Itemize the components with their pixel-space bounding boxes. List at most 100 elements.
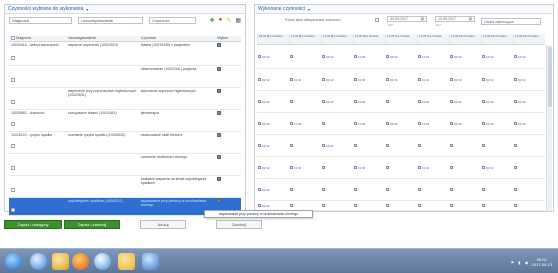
shift-cell[interactable]: 11:22 [417, 113, 449, 134]
vertical-scrollbar[interactable] [546, 45, 552, 211]
explorer-icon[interactable] [118, 253, 135, 270]
shift-cell[interactable]: 11:22 [417, 69, 449, 90]
edit-icon[interactable] [482, 78, 485, 81]
edit-icon[interactable] [418, 144, 421, 147]
shift-cell[interactable]: 10:44 [513, 91, 545, 112]
shift-cell[interactable] [289, 135, 321, 156]
edit-icon[interactable] [482, 122, 485, 125]
edit-icon[interactable] [514, 55, 517, 58]
edit-icon[interactable] [322, 188, 325, 191]
edit-icon[interactable] [450, 122, 453, 125]
done-checkbox[interactable] [217, 89, 222, 94]
shift-cell[interactable] [417, 179, 449, 200]
edit-icon[interactable] [322, 55, 325, 58]
edit-icon[interactable] [354, 122, 357, 125]
edit-icon[interactable] [514, 204, 517, 207]
unfinished-only-checkbox[interactable] [375, 18, 379, 22]
calendar-icon[interactable]: ▤ [421, 17, 424, 21]
shift-cell[interactable]: 11:30 [353, 69, 385, 90]
done-checkbox[interactable] [217, 199, 222, 204]
edit-icon[interactable] [386, 55, 389, 58]
shift-cell[interactable]: 11:40 [289, 157, 321, 178]
row-checkbox[interactable] [11, 188, 15, 192]
select-all-checkbox[interactable] [11, 36, 15, 41]
shift-cell[interactable] [449, 135, 481, 156]
edit-icon[interactable] [450, 78, 453, 81]
edit-icon[interactable] [386, 100, 389, 103]
shift-cell[interactable]: 22:32 [257, 113, 289, 134]
edit-icon[interactable] [290, 100, 293, 103]
table-row[interactable]: ocenianie możliwości chorego [9, 154, 241, 176]
diagnosis-filter-input[interactable]: Diagnoza [9, 17, 73, 24]
edit-icon[interactable] [290, 144, 293, 147]
shift-cell[interactable]: 11:22 [417, 91, 449, 112]
row-checkbox[interactable] [11, 56, 15, 60]
shift-cell[interactable] [385, 91, 417, 112]
add-icon[interactable]: ✚ [210, 17, 215, 24]
shift-cell[interactable]: 22:32 [257, 201, 289, 210]
edit-icon[interactable] [514, 166, 517, 169]
internet-explorer-icon[interactable] [30, 253, 47, 270]
shift-cell[interactable]: 11:22 [417, 157, 449, 178]
shift-cell[interactable] [513, 179, 545, 200]
shift-column-header[interactable]: 11-09 Mon Zmiana [353, 34, 385, 44]
shift-cell[interactable] [321, 179, 353, 200]
save-close-button[interactable]: Zapisz i zamknij [64, 220, 120, 229]
activity-filter-input[interactable]: Czynność [149, 17, 196, 24]
edit-icon[interactable] [290, 204, 293, 207]
edit-icon[interactable] [386, 144, 389, 147]
shift-cell[interactable] [513, 201, 545, 210]
table-row[interactable]: zadbanie wsparcia na temat zapobiegania … [9, 176, 241, 198]
table-row[interactable]: 10023416 - deficyt samoopieki wsparcie c… [9, 42, 241, 66]
edit-icon[interactable] [418, 78, 421, 81]
chevron-down-icon[interactable]: ▾ [86, 7, 88, 12]
scroll-thumb[interactable] [548, 47, 552, 107]
edit-icon[interactable] [258, 204, 261, 207]
edit-icon[interactable] [482, 144, 485, 147]
edit-icon[interactable] [514, 122, 517, 125]
edit-icon[interactable] [418, 204, 421, 207]
edit-icon[interactable] [354, 166, 357, 169]
edit-icon[interactable] [322, 204, 325, 207]
table-icon[interactable]: ▦ [235, 17, 241, 24]
shift-cell[interactable]: 10:44 [481, 45, 513, 68]
row-checkbox[interactable] [11, 208, 15, 212]
edit-icon[interactable] [418, 55, 421, 58]
edit-icon[interactable] [322, 100, 325, 103]
edit-icon[interactable] [322, 122, 325, 125]
shift-cell[interactable] [481, 179, 513, 200]
shift-cell[interactable]: 11:22 [417, 45, 449, 68]
shift-cell[interactable]: 10:44 [481, 113, 513, 134]
shift-cell[interactable]: 11:30 [353, 91, 385, 112]
edit-icon[interactable] [482, 100, 485, 103]
shift-cell[interactable]: 22:06 [385, 69, 417, 90]
shift-column-header[interactable]: 13-09 Mon Zmiana [321, 34, 353, 44]
shift-cell[interactable] [353, 179, 385, 200]
done-checkbox[interactable] [217, 43, 222, 48]
shift-cell[interactable] [513, 135, 545, 156]
flag-icon[interactable]: ⚑ [511, 260, 515, 265]
edit-icon[interactable] [482, 55, 485, 58]
edit-icon[interactable] [450, 144, 453, 147]
edit-icon[interactable] [386, 166, 389, 169]
shift-cell[interactable]: 02:00 [449, 45, 481, 68]
shift-cell[interactable]: 22:32 [257, 135, 289, 156]
start-button[interactable] [5, 253, 22, 270]
shift-cell[interactable]: 22:22 [321, 135, 353, 156]
edit-icon[interactable] [450, 100, 453, 103]
edit-icon[interactable] [386, 122, 389, 125]
row-checkbox[interactable] [11, 166, 15, 170]
edit-icon[interactable] [290, 55, 293, 58]
folder-icon[interactable] [52, 253, 69, 270]
shift-cell[interactable]: 22:06 [385, 113, 417, 134]
edit-icon[interactable] [258, 55, 261, 58]
edit-icon[interactable] [322, 78, 325, 81]
edit-icon[interactable] [418, 166, 421, 169]
app-icon[interactable] [142, 253, 159, 270]
table-row[interactable]: 10015122 - ryzyko upadku ocenianie ryzyk… [9, 132, 241, 154]
edit-icon[interactable] [418, 122, 421, 125]
edit-icon[interactable]: ✎ [226, 17, 231, 24]
edit-icon[interactable] [418, 100, 421, 103]
shift-cell[interactable] [449, 179, 481, 200]
shift-cell[interactable]: 04:00 [385, 45, 417, 68]
